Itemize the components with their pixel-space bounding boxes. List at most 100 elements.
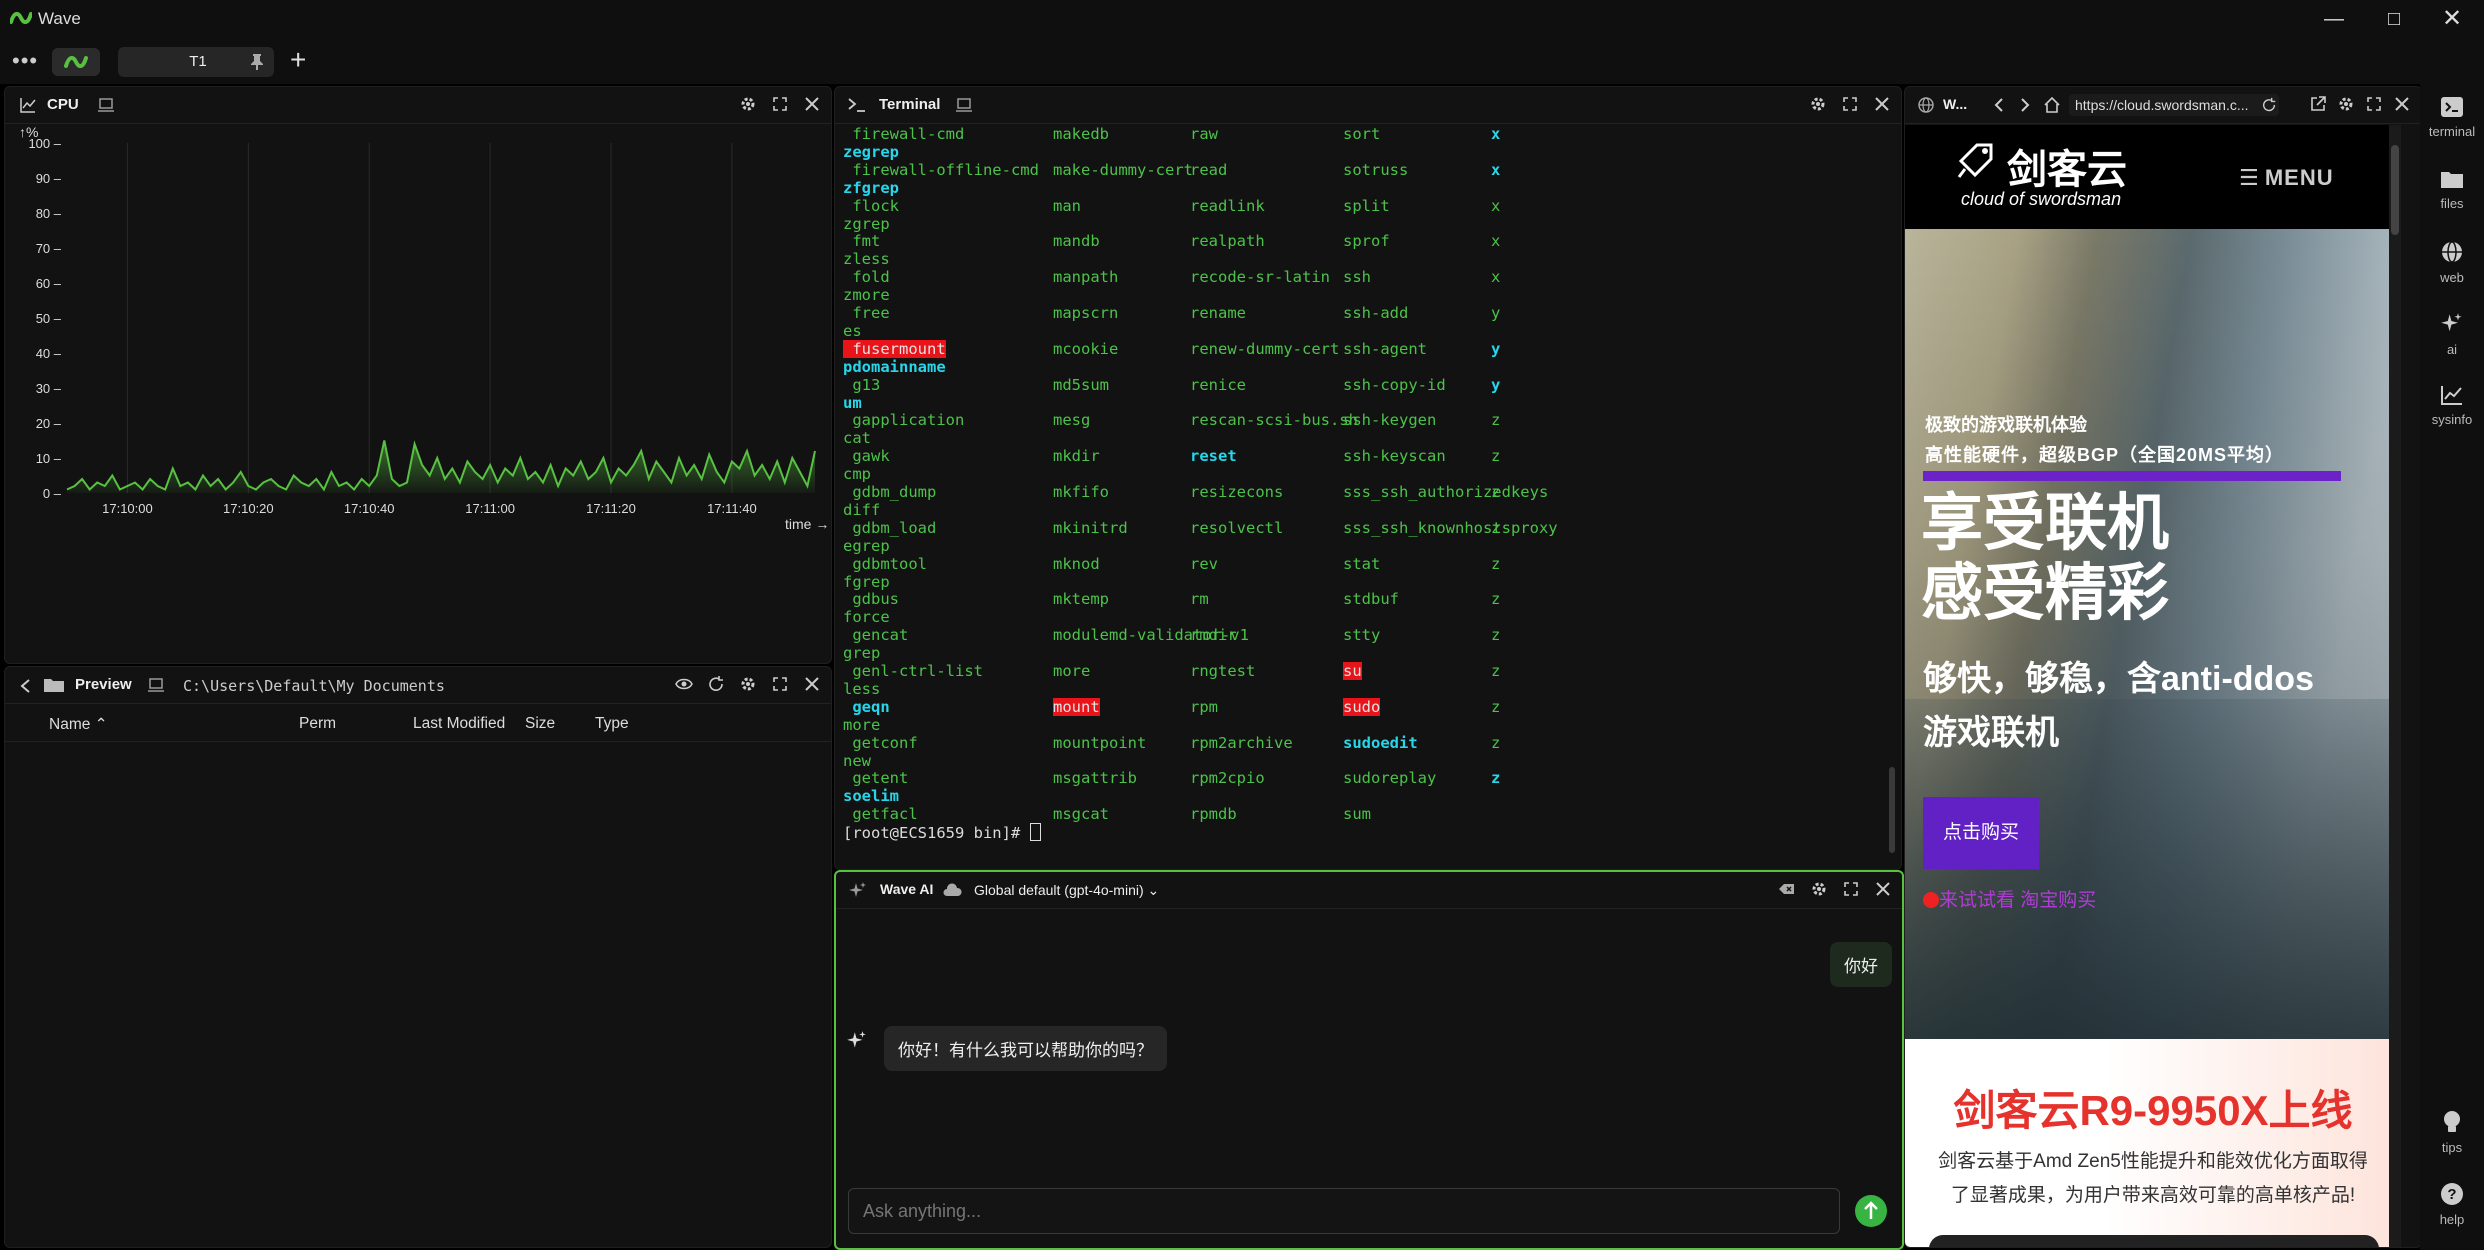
terminal-cell: rev [1190, 555, 1218, 573]
gear-icon[interactable] [739, 95, 757, 113]
pin-icon[interactable] [250, 53, 264, 71]
expand-icon[interactable] [2365, 95, 2383, 113]
web-scrollbar-thumb[interactable] [2391, 145, 2399, 235]
terminal-entry: new [843, 751, 871, 770]
terminal-entry: soelim [843, 787, 899, 806]
chart-icon [20, 98, 36, 113]
buy-button[interactable]: 点击购买 [1923, 797, 2039, 869]
rail-web[interactable]: web [2422, 240, 2482, 285]
expand-icon[interactable] [771, 95, 789, 113]
rail-help[interactable]: ? help [2422, 1182, 2482, 1227]
close-icon[interactable] [2393, 95, 2411, 113]
terminal-entry: sudo [1343, 697, 1381, 716]
terminal-cell: sss_ssh_authorizedkeys [1343, 483, 1548, 501]
terminal-cell: y [1491, 304, 1500, 322]
promo-button[interactable] [1929, 1235, 2379, 1247]
tab-t1[interactable]: T1 [118, 47, 274, 77]
terminal-entry: z [1491, 518, 1501, 537]
web-scrollbar-track[interactable] [2389, 125, 2401, 1247]
menu-button[interactable]: ☰ MENU [2239, 165, 2334, 191]
send-button[interactable] [1854, 1194, 1888, 1228]
close-icon[interactable] [803, 95, 821, 113]
close-icon[interactable] [1873, 95, 1891, 113]
terminal-cell: rpm [1190, 698, 1218, 716]
terminal-line: more [843, 716, 880, 734]
terminal-cell: z [1491, 662, 1500, 680]
terminal-entry: renew-dummy-cert [1190, 339, 1340, 358]
terminal-cell: z [1491, 626, 1500, 644]
expand-icon[interactable] [771, 675, 789, 693]
rail-sysinfo[interactable]: sysinfo [2422, 384, 2482, 427]
close-icon[interactable] [803, 675, 821, 693]
terminal-entry: egrep [843, 536, 890, 555]
user-message: 你好 [1830, 942, 1892, 987]
cloud-icon [943, 883, 962, 896]
gear-icon[interactable] [2337, 95, 2355, 113]
terminal-line: soelim [843, 787, 899, 805]
column-header-name[interactable]: Name ⌃ [49, 715, 108, 734]
expand-icon[interactable] [1842, 880, 1860, 898]
terminal-cell: makedb [1053, 125, 1109, 143]
terminal-cell: resizecons [1190, 483, 1283, 501]
close-icon[interactable] [1874, 880, 1892, 898]
close-window-button[interactable]: ✕ [2424, 0, 2480, 38]
terminal-line: flock [843, 197, 899, 215]
back-icon[interactable] [1993, 97, 2005, 113]
forward-icon[interactable] [2019, 97, 2031, 113]
terminal-cell: md5sum [1053, 376, 1109, 394]
hero-sub-2: 游戏联机 [1923, 714, 2059, 752]
terminal-prompt[interactable]: [root@ECS1659 bin]# [843, 823, 1041, 842]
terminal-cell: read [1190, 161, 1227, 179]
terminal-entry: gawk [843, 447, 890, 466]
hero-links[interactable]: 来试试看 淘宝购买 [1923, 885, 2096, 912]
column-header-perm[interactable]: Perm [299, 715, 336, 733]
terminal-scrollbar[interactable] [1889, 767, 1895, 853]
ai-input[interactable] [849, 1189, 1839, 1233]
laptop-icon[interactable] [97, 97, 115, 113]
terminal-output[interactable]: firewall-cmd zegrep firewall-offline-cmd z… [843, 125, 1883, 861]
workspace-switcher-button[interactable] [52, 48, 100, 76]
model-selector[interactable]: Global default (gpt-4o-mini) ⌄ [974, 882, 1159, 899]
terminal-cell: su [1343, 662, 1362, 680]
rail-files[interactable]: files [2422, 168, 2482, 211]
brand-cn[interactable]: 剑客云 [2007, 137, 2127, 195]
minimize-button[interactable]: — [2306, 0, 2362, 38]
promo-card: 剑客云R9-9950X上线 剑客云基于Amd Zen5性能提升和能效优化方面取得… [1905, 1039, 2401, 1247]
terminal-line: gdbus [843, 590, 899, 608]
eye-icon[interactable] [675, 675, 693, 693]
web-page[interactable]: 剑客云 cloud of swordsman ☰ MENU 极致的游戏联机体验 … [1905, 125, 2401, 1247]
rail-tips[interactable]: tips [2422, 1110, 2482, 1155]
refresh-icon[interactable] [707, 675, 725, 693]
gear-icon[interactable] [739, 675, 757, 693]
terminal-cell: renew-dummy-cert [1190, 340, 1339, 358]
expand-icon[interactable] [1841, 95, 1859, 113]
column-header-type[interactable]: Type [595, 715, 629, 733]
clear-chat-icon[interactable] [1778, 880, 1796, 898]
column-header-size[interactable]: Size [525, 715, 555, 733]
terminal-line: gdbm_dump [843, 483, 936, 501]
terminal-cell: mesg [1053, 411, 1090, 429]
url-bar[interactable]: https://cloud.swordsman.c... [2069, 94, 2279, 116]
terminal-cell: reset [1190, 447, 1237, 465]
rail-terminal[interactable]: terminal [2422, 96, 2482, 139]
laptop-icon[interactable] [147, 677, 165, 693]
maximize-button[interactable]: □ [2366, 0, 2422, 38]
ai-input-box[interactable] [848, 1188, 1840, 1234]
terminal-entry: ssh-copy-id [1343, 375, 1446, 394]
lightbulb-icon [2444, 1111, 2460, 1132]
rail-ai[interactable]: ai [2422, 312, 2482, 357]
home-icon[interactable] [2043, 96, 2061, 114]
terminal-entry: man [1053, 196, 1081, 215]
preview-path[interactable]: C:\Users\Default\My Documents [183, 677, 445, 695]
app-menu-button[interactable]: ••• [12, 48, 38, 74]
chevron-left-icon[interactable] [19, 678, 31, 694]
add-tab-button[interactable]: + [290, 44, 306, 76]
laptop-icon[interactable] [955, 97, 973, 113]
reload-icon[interactable] [2261, 97, 2277, 113]
column-header-modified[interactable]: Last Modified [413, 715, 505, 733]
web-pane-title: W... [1943, 96, 1968, 112]
tab-bar [0, 38, 2484, 84]
gear-icon[interactable] [1809, 95, 1827, 113]
gear-icon[interactable] [1810, 880, 1828, 898]
open-external-icon[interactable] [2309, 95, 2327, 113]
